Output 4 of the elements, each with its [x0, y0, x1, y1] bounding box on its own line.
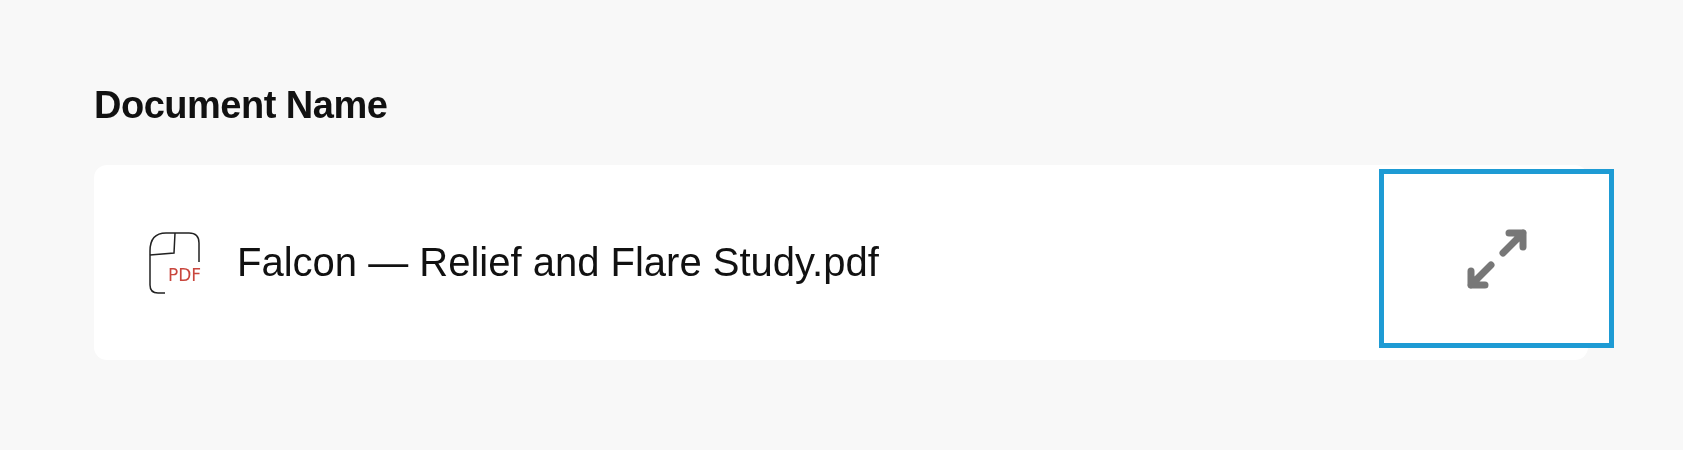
expand-icon	[1464, 226, 1529, 291]
section-heading: Document Name	[94, 84, 389, 127]
file-name: Falcon — Relief and Flare Study.pdf	[237, 240, 879, 285]
expand-button[interactable]	[1379, 169, 1614, 348]
